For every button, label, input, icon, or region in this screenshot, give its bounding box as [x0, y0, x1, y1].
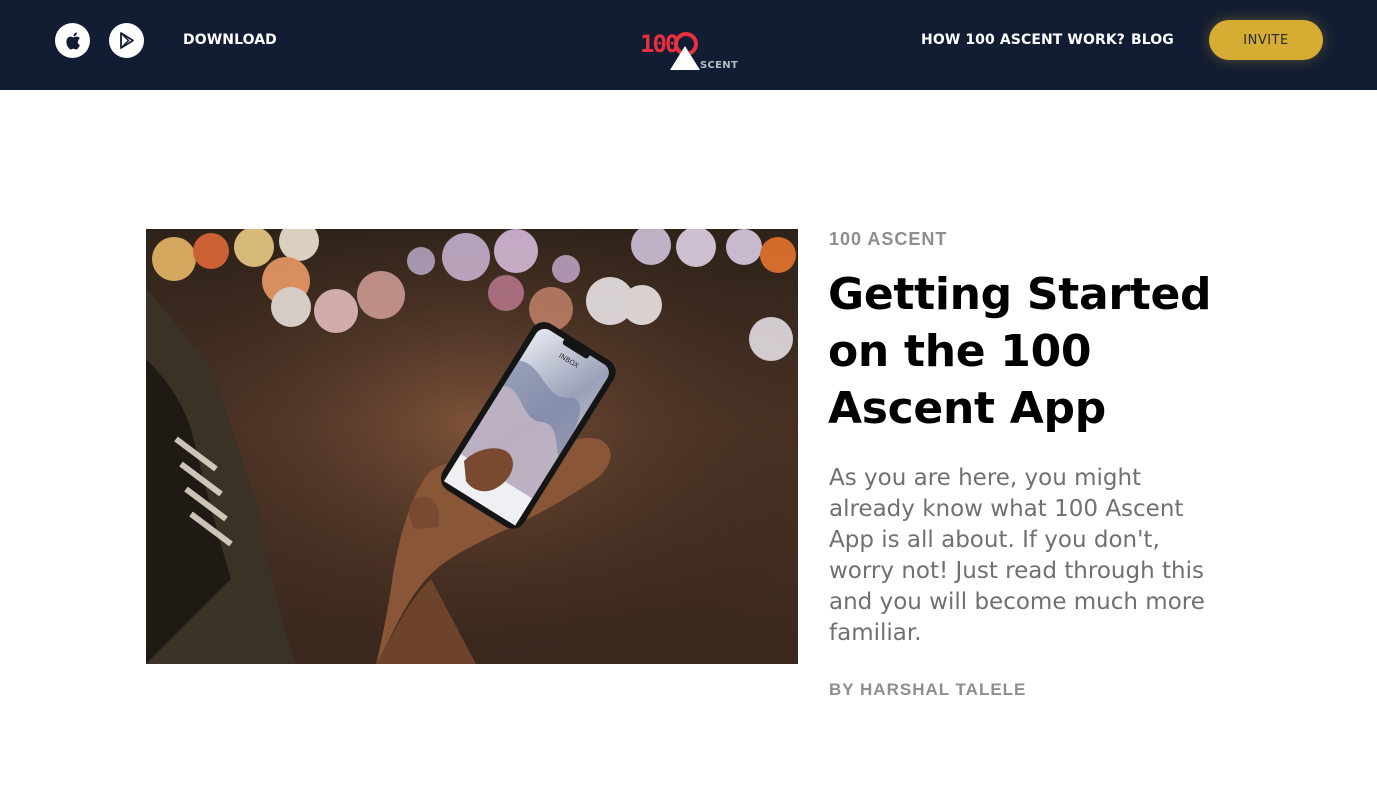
- logo-mark-text: 100: [640, 30, 679, 58]
- article-hero-image[interactable]: INBOX: [146, 229, 798, 664]
- article-title[interactable]: Getting Started on the 100 Ascent App: [828, 266, 1248, 437]
- article-category[interactable]: 100 ASCENT: [829, 229, 947, 250]
- logo-word-text: SCENT: [700, 60, 738, 71]
- how-it-works-link[interactable]: HOW 100 ASCENT WORK?: [921, 32, 1125, 48]
- top-navigation-bar: DOWNLOAD 100 SCENT HOW 100 ASCENT WORK? …: [0, 0, 1377, 90]
- blog-link[interactable]: BLOG: [1131, 32, 1174, 48]
- 100-ascent-logo[interactable]: 100 SCENT: [636, 26, 746, 72]
- article-excerpt: As you are here, you might already know …: [829, 465, 1205, 646]
- apple-app-store-button[interactable]: [55, 23, 90, 58]
- download-link[interactable]: DOWNLOAD: [183, 32, 277, 48]
- apple-icon: [65, 31, 80, 49]
- google-play-icon: [119, 32, 134, 49]
- google-play-store-button[interactable]: [109, 23, 144, 58]
- article-author: BY HARSHAL TALELE: [829, 680, 1027, 699]
- invite-button[interactable]: INVITE: [1209, 20, 1323, 60]
